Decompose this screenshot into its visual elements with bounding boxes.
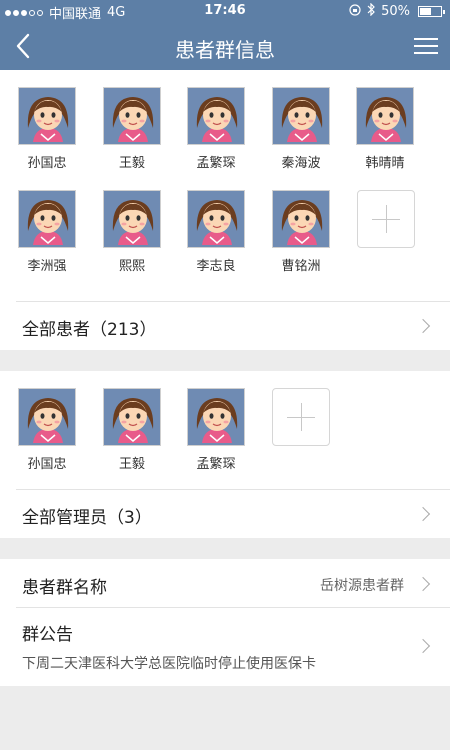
member-item[interactable]: 李洲强 <box>12 190 82 274</box>
battery-percent: 50% <box>381 4 410 19</box>
nav-bar: 患者群信息 <box>0 22 450 70</box>
member-item[interactable]: 孟繁琛 <box>181 87 251 171</box>
member-item[interactable]: 曹铭洲 <box>266 190 336 274</box>
page-title: 患者群信息 <box>175 38 275 62</box>
avatar <box>187 388 245 446</box>
member-name: 孙国忠 <box>27 156 67 171</box>
admins-section: 孙国忠 王毅 孟繁琛 全部管理员（3） <box>0 371 450 538</box>
member-item[interactable]: 王毅 <box>97 388 167 472</box>
avatar <box>18 190 76 248</box>
group-name-row[interactable]: 患者群名称 岳树源患者群 <box>0 559 450 607</box>
add-patient-button[interactable] <box>357 190 415 248</box>
member-item[interactable]: 王毅 <box>97 87 167 171</box>
member-name: 孙国忠 <box>27 457 67 472</box>
member-item[interactable]: 孟繁琛 <box>181 388 251 472</box>
avatar <box>103 388 161 446</box>
avatar <box>356 87 414 145</box>
rotation-lock-icon <box>349 3 361 20</box>
battery-icon <box>418 6 445 17</box>
bluetooth-icon <box>367 2 375 20</box>
group-name-value: 岳树源患者群 <box>320 578 404 594</box>
group-notice-row[interactable]: 群公告 下周二天津医科大学总医院临时停止使用医保卡 <box>0 608 450 686</box>
group-notice-label: 群公告 <box>22 625 73 645</box>
member-item[interactable]: 熙熙 <box>97 190 167 274</box>
member-item[interactable]: 秦海波 <box>266 87 336 171</box>
hamburger-menu-icon <box>414 38 438 40</box>
avatar <box>187 87 245 145</box>
all-admins-row[interactable]: 全部管理员（3） <box>0 490 450 538</box>
status-bar: 中国联通 4G 17:46 50% <box>0 0 450 22</box>
member-name: 孟繁琛 <box>196 156 236 171</box>
all-patients-row[interactable]: 全部患者（213） <box>0 302 450 350</box>
member-name: 李志良 <box>196 259 236 274</box>
chevron-right-icon <box>415 318 431 334</box>
member-name: 秦海波 <box>281 156 321 171</box>
member-item[interactable]: 韩晴晴 <box>350 87 420 171</box>
all-admins-label: 全部管理员（3） <box>22 508 152 528</box>
member-name: 曹铭洲 <box>281 259 321 274</box>
member-name: 王毅 <box>118 156 145 171</box>
member-name: 熙熙 <box>118 259 145 274</box>
avatar <box>103 87 161 145</box>
group-notice-text: 下周二天津医科大学总医院临时停止使用医保卡 <box>22 656 316 672</box>
member-item[interactable]: 孙国忠 <box>12 87 82 171</box>
avatar <box>103 190 161 248</box>
menu-button[interactable] <box>414 34 438 58</box>
chevron-right-icon <box>415 506 431 522</box>
avatar <box>18 87 76 145</box>
avatar <box>187 190 245 248</box>
member-item[interactable]: 孙国忠 <box>12 388 82 472</box>
all-patients-label: 全部患者（213） <box>22 320 157 340</box>
group-info-section: 患者群名称 岳树源患者群 群公告 下周二天津医科大学总医院临时停止使用医保卡 <box>0 559 450 686</box>
avatar <box>272 190 330 248</box>
chevron-right-icon <box>415 576 431 592</box>
group-name-label: 患者群名称 <box>22 578 107 598</box>
chevron-right-icon <box>415 638 431 654</box>
avatar <box>272 87 330 145</box>
member-name: 韩晴晴 <box>365 156 405 171</box>
member-name: 李洲强 <box>27 259 67 274</box>
patients-section: 孙国忠 王毅 孟繁琛 秦海波 韩晴晴李洲强 熙熙 李志良 曹铭洲 全部患者（213） <box>0 70 450 350</box>
member-item[interactable]: 李志良 <box>181 190 251 274</box>
member-name: 孟繁琛 <box>196 457 236 472</box>
member-name: 王毅 <box>118 457 145 472</box>
avatar <box>18 388 76 446</box>
add-admin-button[interactable] <box>272 388 330 446</box>
